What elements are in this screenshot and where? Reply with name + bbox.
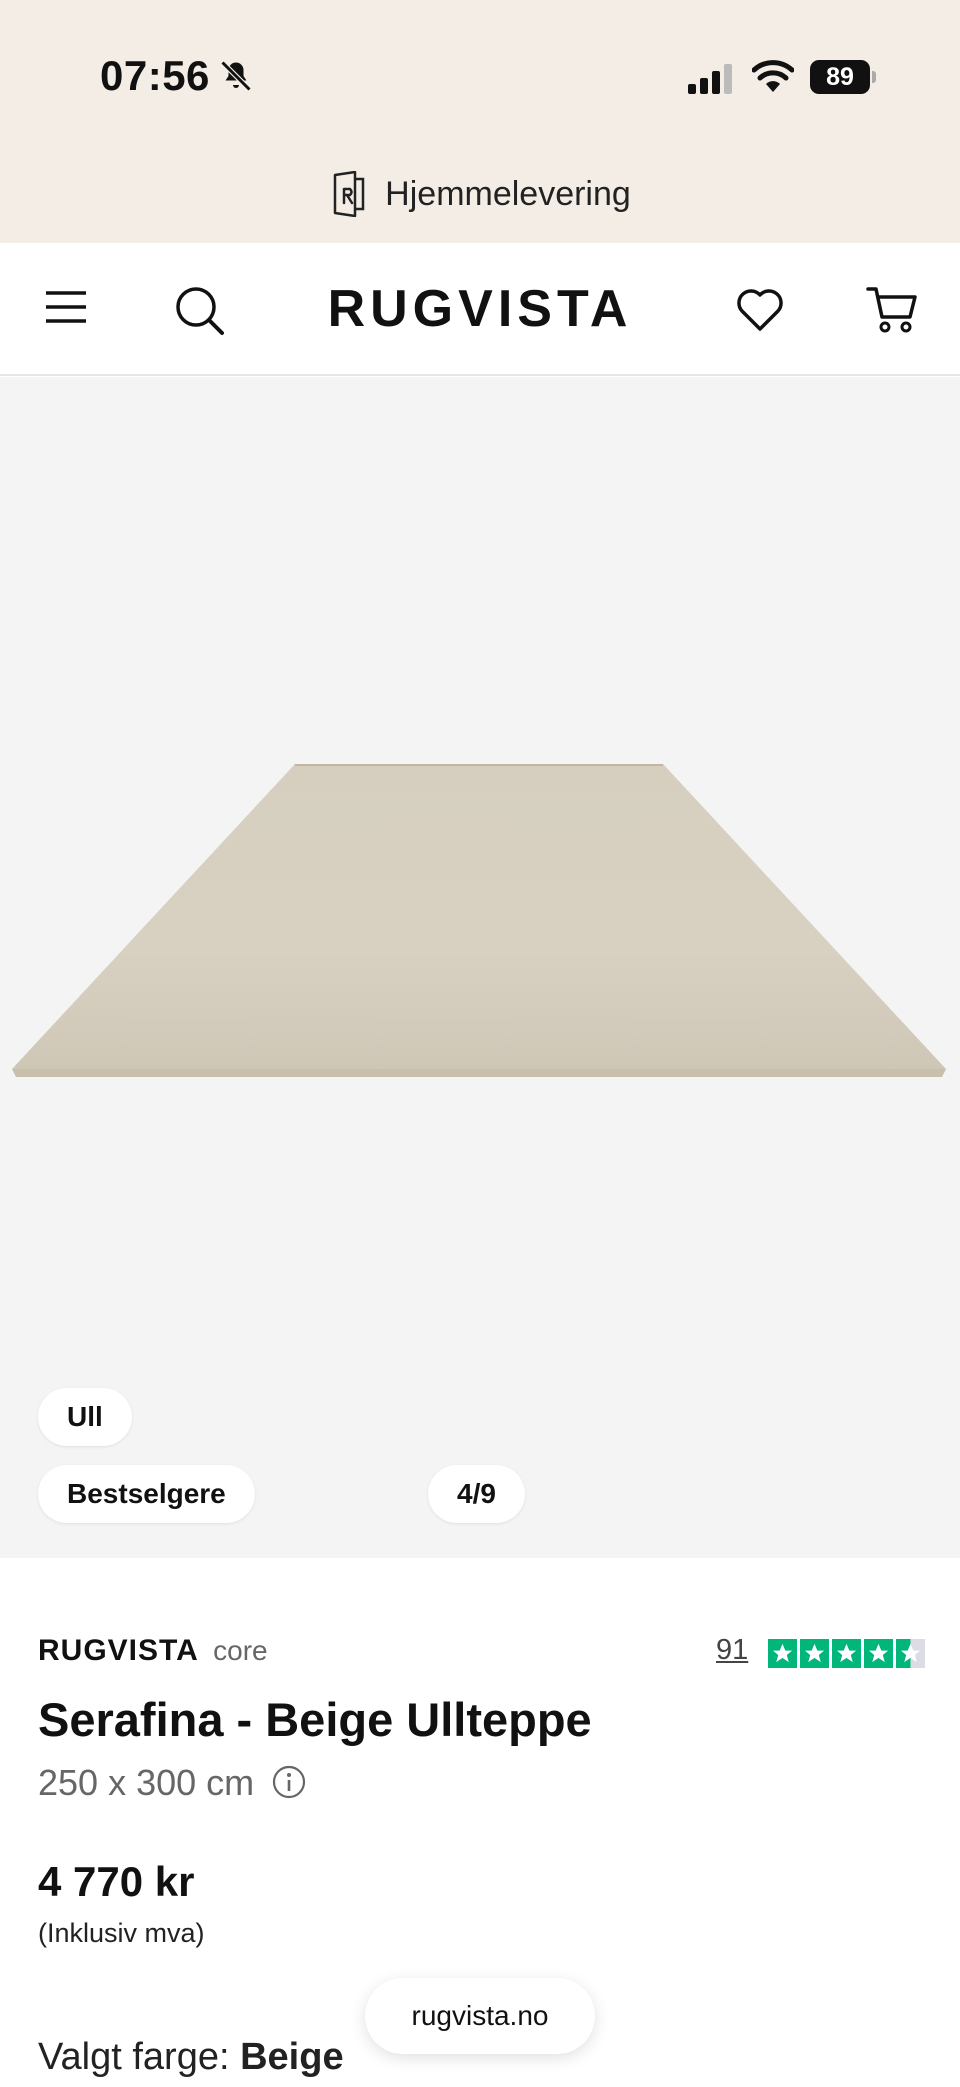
battery-tip: [872, 71, 876, 83]
battery-level: 89: [810, 60, 870, 94]
product-title: Serafina - Beige Ullteppe: [38, 1693, 592, 1746]
color-value: Beige: [240, 2036, 344, 2078]
vat-note: (Inklusiv mva): [38, 1918, 205, 1948]
selected-color-row: Valgt farge: Beige: [38, 2036, 344, 2079]
color-label: Valgt farge:: [38, 2036, 241, 2078]
star-icon: [832, 1639, 861, 1668]
site-logo[interactable]: RUGVISTA: [0, 279, 960, 339]
delivery-banner[interactable]: Hjemmelevering: [0, 166, 960, 222]
rug-image: [12, 764, 946, 1077]
product-gallery[interactable]: Ull Bestselgere 4/9: [0, 377, 960, 1558]
brand-row: RUGVISTA core: [38, 1634, 268, 1668]
battery-indicator: 89: [810, 60, 876, 94]
product-size: 250 x 300 cm: [38, 1762, 255, 1803]
tag-chip-bestseller[interactable]: Bestselgere: [38, 1465, 255, 1523]
star-icon: [864, 1639, 893, 1668]
signal-icon: [688, 64, 732, 94]
product-size-row: 250 x 300 cm: [38, 1762, 306, 1804]
wishlist-heart-icon[interactable]: [736, 287, 784, 333]
review-count-link[interactable]: 91: [716, 1634, 748, 1667]
cart-icon[interactable]: [866, 285, 918, 335]
site-header: RUGVISTA: [0, 243, 960, 376]
star-icon: [800, 1639, 829, 1668]
info-icon[interactable]: [272, 1765, 306, 1799]
door-icon: [333, 171, 365, 217]
bell-off-icon: [220, 60, 252, 92]
status-time: 07:56: [100, 52, 210, 99]
browser-url-pill[interactable]: rugvista.no: [365, 1978, 595, 2054]
product-price: 4 770 kr: [38, 1858, 195, 1905]
tag-chip-wool[interactable]: Ull: [38, 1388, 132, 1446]
brand-line: core: [213, 1635, 268, 1666]
star-half-icon: [896, 1639, 925, 1668]
star-icon: [768, 1639, 797, 1668]
image-counter: 4/9: [428, 1465, 525, 1523]
brand-name[interactable]: RUGVISTA: [38, 1634, 199, 1667]
delivery-label: Hjemmelevering: [385, 174, 631, 213]
wifi-icon: [752, 60, 794, 92]
trustpilot-stars[interactable]: [768, 1639, 925, 1668]
